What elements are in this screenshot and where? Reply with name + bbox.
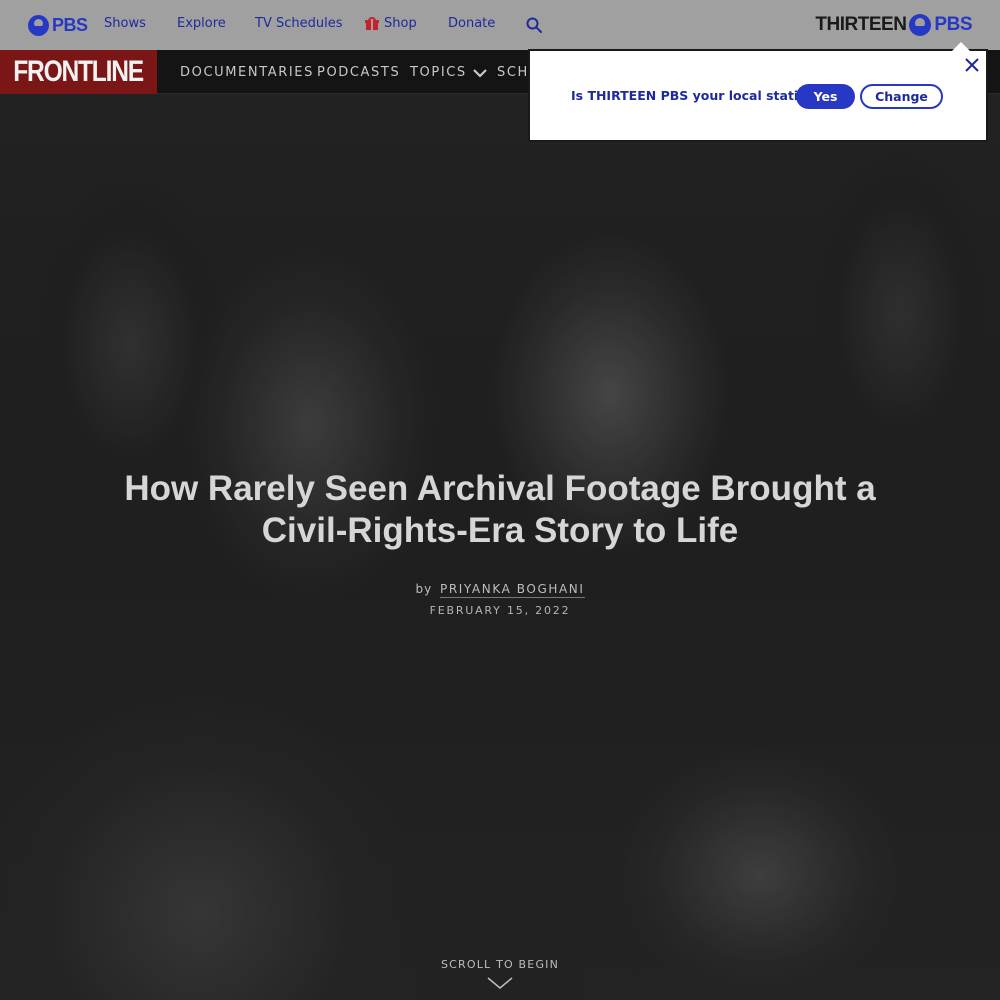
frontline-logo[interactable]: FRONTLINE (0, 50, 157, 94)
frontline-logo-text: FRONTLINE (13, 55, 145, 88)
nav-shop[interactable]: Shop (365, 16, 417, 31)
publish-date: FEBRUARY 15, 2022 (429, 604, 571, 617)
nav-documentaries[interactable]: DOCUMENTARIES (180, 65, 314, 80)
author-link[interactable]: PRIYANKA BOGHANI (440, 582, 585, 598)
change-station-button[interactable]: Change (860, 84, 943, 109)
nav-topics[interactable]: TOPICS (410, 65, 487, 80)
nav-explore[interactable]: Explore (177, 16, 226, 31)
gift-icon (365, 17, 379, 30)
close-icon[interactable] (965, 58, 979, 72)
station-network: PBS (934, 14, 972, 35)
nav-tv-schedules[interactable]: TV Schedules (255, 16, 342, 31)
pbs-logo-text: PBS (52, 14, 88, 35)
search-icon[interactable] (526, 17, 542, 33)
hero-background-image: How Rarely Seen Archival Footage Brought… (0, 94, 1000, 1000)
byline: by PRIYANKA BOGHANI (0, 582, 1000, 598)
scroll-to-begin-button[interactable]: SCROLL TO BEGIN (422, 946, 578, 1000)
nav-shop-label: Shop (384, 16, 417, 31)
nav-shows[interactable]: Shows (104, 16, 146, 31)
station-question: Is THIRTEEN PBS your local station? (571, 88, 823, 103)
station-name: THIRTEEN (815, 14, 907, 35)
pbs-head-icon (909, 14, 932, 36)
article-title: How Rarely Seen Archival Footage Brought… (124, 469, 876, 550)
pbs-logo[interactable]: PBS (28, 14, 88, 36)
byline-prefix: by (415, 582, 433, 596)
station-confirm-popup: Is THIRTEEN PBS your local station? Yes … (528, 42, 988, 142)
nav-schedule[interactable]: SCH (497, 65, 529, 80)
nav-donate[interactable]: Donate (448, 16, 495, 31)
nav-podcasts[interactable]: PODCASTS (317, 65, 400, 80)
station-logo[interactable]: THIRTEEN PBS (815, 14, 972, 36)
nav-topics-label: TOPICS (410, 65, 467, 80)
scroll-label: SCROLL TO BEGIN (440, 958, 560, 971)
chevron-down-icon (487, 977, 513, 989)
popup-pointer (952, 42, 970, 51)
pbs-top-bar: PBS Shows Explore TV Schedules Shop Dona… (0, 0, 1000, 50)
yes-button[interactable]: Yes (796, 84, 855, 109)
pbs-head-icon (28, 14, 49, 36)
chevron-down-icon (473, 68, 487, 78)
